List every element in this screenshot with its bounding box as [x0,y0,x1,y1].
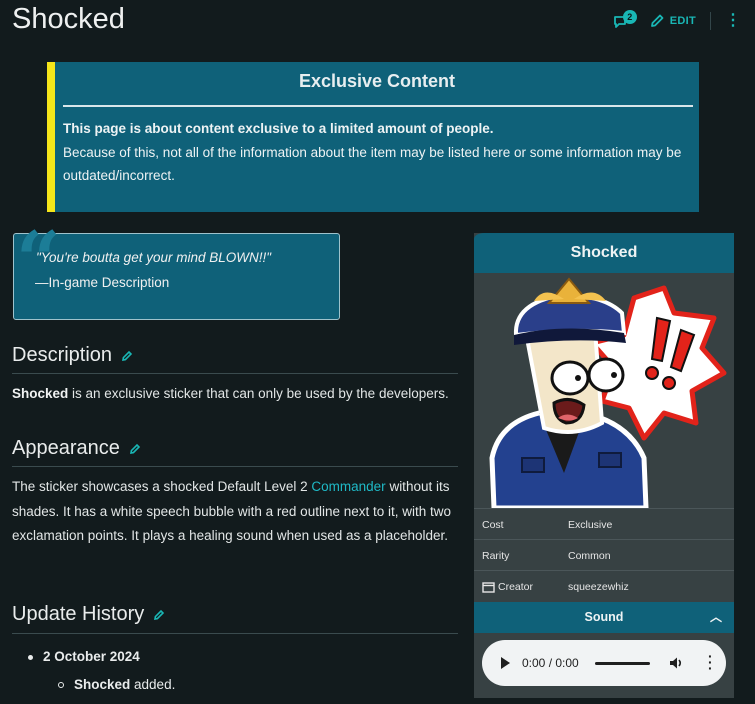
update-entry-bold: Shocked [74,677,131,692]
row-key: Creator [482,581,533,593]
section-divider [12,633,458,634]
row-value: Common [568,550,611,562]
list-item: 2 October 2024 [28,643,175,671]
edit-section-icon[interactable] [153,609,165,621]
appearance-text: The sticker showcases a shocked Default … [12,475,462,549]
divider [710,12,711,30]
audio-player: 0:00 / 0:00 · · · [482,640,726,686]
row-key: Cost [482,519,504,531]
audio-time: 0:00 / 0:00 [522,656,579,670]
section-divider [12,466,458,467]
section-divider [12,373,458,374]
chevron-up-icon[interactable]: ︿ [710,602,722,633]
page-header: Shocked 2 EDIT ⋮ [0,0,755,44]
appearance-body-a: The sticker showcases a shocked Default … [12,479,312,494]
description-heading: Description [12,344,133,367]
commander-link[interactable]: Commander [311,479,385,494]
infobox: Shocked Cost Exclusive Rarity Common Cre… [474,233,734,698]
list-item: Shocked added. [28,671,175,699]
description-body: is an exclusive sticker that can only be… [68,386,449,401]
infobox-row-cost: Cost Exclusive [474,508,734,539]
notice-text: Because of this, not all of the informat… [63,144,682,184]
pencil-icon [650,14,664,27]
appearance-heading: Appearance [12,437,141,460]
quote-source: —In-game Description [35,275,170,290]
edit-label: EDIT [669,15,696,27]
creator-icon [482,581,495,593]
comments-button[interactable]: 2 [613,10,637,32]
player-menu-icon[interactable]: · · · [708,649,713,675]
infobox-row-creator: Creator squeezewhiz [474,570,734,601]
update-history-heading: Update History [12,603,165,626]
more-options-icon[interactable]: ⋮ [725,13,741,29]
play-icon[interactable] [501,657,510,669]
page-actions: 2 EDIT ⋮ [613,10,741,32]
row-key-label: Creator [498,581,534,593]
row-value: Exclusive [568,519,613,531]
description-text: Shocked is an exclusive sticker that can… [12,382,462,407]
exclusive-content-notice: Exclusive Content This page is about con… [47,62,699,212]
update-entry-text: added. [130,677,176,692]
row-key: Rarity [482,550,510,562]
sticker-image [474,273,734,511]
description-heading-text: Description [12,344,113,366]
edit-button[interactable]: EDIT [649,13,696,29]
row-value: squeezewhiz [568,581,629,593]
notice-bold-line: This page is about content exclusive to … [63,121,494,136]
notice-body: This page is about content exclusive to … [63,117,689,188]
page-title: Shocked [12,3,125,35]
quote-text: "You're boutta get your mind BLOWN!!" [36,250,272,265]
sound-header[interactable]: Sound ︿ [474,602,734,633]
update-date: 2 October 2024 [43,649,140,664]
edit-section-icon[interactable] [121,350,133,362]
infobox-title: Shocked [474,233,734,273]
description-bold: Shocked [12,386,69,401]
audio-progress-track[interactable] [595,662,650,665]
update-history-list: 2 October 2024 Shocked added. [28,643,175,699]
update-entry: Shocked added. [74,671,175,699]
infobox-row-rarity: Rarity Common [474,539,734,570]
comment-count-badge: 2 [622,10,637,24]
quote-box: “ "You're boutta get your mind BLOWN!!" … [13,222,340,320]
appearance-heading-text: Appearance [12,437,120,459]
edit-section-icon[interactable] [129,443,141,455]
update-history-heading-text: Update History [12,603,145,625]
sound-label: Sound [584,610,624,624]
notice-divider [63,105,693,107]
volume-icon[interactable] [668,655,684,671]
notice-title: Exclusive Content [298,71,456,91]
bullet [28,654,33,660]
bullet [58,682,64,688]
